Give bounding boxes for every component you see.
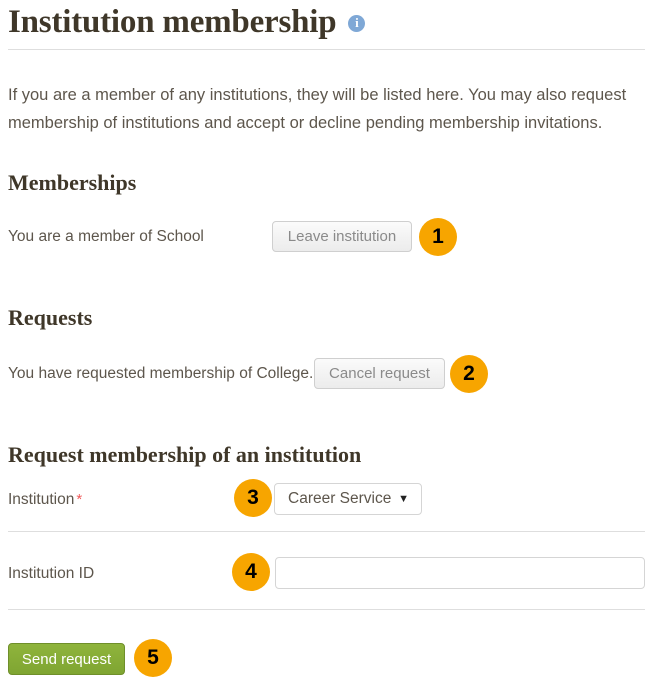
callout-badge-5: 5 xyxy=(134,639,172,677)
institution-field-label: Institution * xyxy=(8,491,82,509)
institution-label-text: Institution xyxy=(8,491,75,508)
required-asterisk: * xyxy=(76,491,83,508)
divider-above-institution-id xyxy=(8,531,645,532)
institution-select[interactable]: Career Service ▼ xyxy=(274,483,422,515)
callout-badge-2: 2 xyxy=(450,355,488,393)
memberships-heading: Memberships xyxy=(8,170,137,196)
institution-id-label: Institution ID xyxy=(8,565,95,582)
leave-institution-button[interactable]: Leave institution xyxy=(272,221,412,252)
intro-paragraph: If you are a member of any institutions,… xyxy=(8,85,627,132)
callout-badge-4: 4 xyxy=(232,553,270,591)
page-title-row: Institution membership xyxy=(8,2,645,42)
callout-badge-1: 1 xyxy=(419,218,457,256)
membership-row-label: You are a member of School xyxy=(8,228,204,245)
institution-id-input[interactable] xyxy=(275,557,645,589)
info-circle-icon[interactable] xyxy=(348,14,366,32)
divider-under-title xyxy=(8,49,645,50)
callout-badge-3: 3 xyxy=(234,479,272,517)
institution-membership-page: Institution membership If you are a memb… xyxy=(0,0,653,690)
cancel-request-button[interactable]: Cancel request xyxy=(314,358,445,389)
institution-select-value: Career Service xyxy=(288,490,392,507)
requests-heading: Requests xyxy=(8,305,93,331)
request-row-label: You have requested membership of College… xyxy=(8,365,314,382)
divider-above-submit xyxy=(8,609,645,610)
chevron-down-icon: ▼ xyxy=(398,492,409,505)
request-form-heading: Request membership of an institution xyxy=(8,442,362,468)
send-request-button[interactable]: Send request xyxy=(8,643,125,675)
page-title: Institution membership xyxy=(8,4,337,40)
